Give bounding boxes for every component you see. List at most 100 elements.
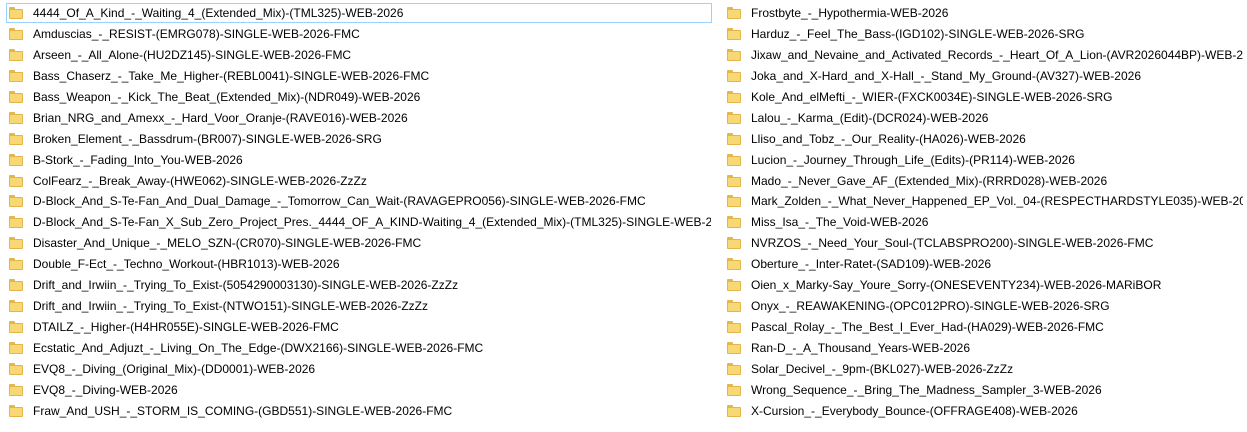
folder-name: Ran-D_-_A_Thousand_Years-WEB-2026 [751,341,971,355]
folder-item[interactable]: Disaster_And_Unique_-_MELO_SZN-(CR070)-S… [6,233,712,253]
folder-icon [727,237,741,250]
folder-name: Miss_Isa_-_The_Void-WEB-2026 [751,215,929,230]
folder-icon [9,111,23,124]
folder-item[interactable]: Amduscias_-_RESIST-(EMRG078)-SINGLE-WEB-… [6,24,712,44]
folder-icon [727,404,741,417]
folder-name: Disaster_And_Unique_-_MELO_SZN-(CR070)-S… [33,236,422,251]
folder-icon [727,48,741,61]
folder-item[interactable]: Oberture_-_Inter-Ratet-(SAD109)-WEB-2026 [724,254,1244,274]
folder-name: Oien_x_Marky-Say_Youre_Sorry-(ONESEVENTY… [751,278,1162,293]
folder-item[interactable]: Harduz_-_Feel_The_Bass-(IGD102)-SINGLE-W… [724,24,1244,44]
folder-item[interactable]: 4444_Of_A_Kind_-_Waiting_4_(Extended_Mix… [6,3,712,23]
folder-name: Lucion_-_Journey_Through_Life_(Edits)-(P… [751,152,1075,167]
folder-name: DTAILZ_-_Higher-(H4HR055E)-SINGLE-WEB-20… [33,320,339,335]
folder-item[interactable]: Ran-D_-_A_Thousand_Years-WEB-2026 [724,338,1244,358]
folder-icon [727,27,741,40]
folder-item[interactable]: D-Block_And_S-Te-Fan_And_Dual_Damage_-_T… [6,191,712,211]
folder-item[interactable]: Joka_and_X-Hard_and_X-Hall_-_Stand_My_Gr… [724,66,1244,86]
folder-item[interactable]: Fraw_And_USH_-_STORM_IS_COMING-(GBD551)-… [6,401,712,421]
folder-icon [9,237,23,250]
folder-item[interactable]: Double_F-Ect_-_Techno_Workout-(HBR1013)-… [6,254,712,274]
folder-name: Broken_Element_-_Bassdrum-(BR007)-SINGLE… [33,131,382,146]
folder-icon [9,404,23,417]
folder-item[interactable]: Lucion_-_Journey_Through_Life_(Edits)-(P… [724,150,1244,170]
folder-icon [727,69,741,82]
folder-icon [9,362,23,375]
folder-name: ColFearz_-_Break_Away-(HWE062)-SINGLE-WE… [33,173,367,188]
folder-item[interactable]: Wrong_Sequence_-_Bring_The_Madness_Sampl… [724,380,1244,400]
folder-icon [727,321,741,334]
folder-item[interactable]: Arseen_-_All_Alone-(HU2DZ145)-SINGLE-WEB… [6,45,712,65]
folder-item[interactable]: Ecstatic_And_Adjuzt_-_Living_On_The_Edge… [6,338,712,358]
folder-item[interactable]: Frostbyte_-_Hypothermia-WEB-2026 [724,3,1244,23]
folder-icon [9,300,23,313]
folder-item[interactable]: Bass_Chaserz_-_Take_Me_Higher-(REBL0041)… [6,66,712,86]
folder-item[interactable]: NVRZOS_-_Need_Your_Soul-(TCLABSPRO200)-S… [724,233,1244,253]
folder-item[interactable]: Drift_and_Irwiin_-_Trying_To_Exist-(NTWO… [6,296,712,316]
folder-icon [727,90,741,103]
folder-item[interactable]: DTAILZ_-_Higher-(H4HR055E)-SINGLE-WEB-20… [6,317,712,337]
folder-name: D-Block_And_S-Te-Fan_And_Dual_Damage_-_T… [33,194,646,209]
folder-icon [727,342,741,354]
folder-name: EVQ8_-_Diving_(Original_Mix)-(DD0001)-WE… [33,361,316,376]
folder-icon [727,258,741,271]
folder-item[interactable]: Kole_And_elMefti_-_WIER-(FXCK0034E)-SING… [724,87,1244,107]
folder-name: Solar_Decivel_-_9pm-(BKL027)-WEB-2026-Zz… [751,361,1014,376]
folder-item[interactable]: Mark_Zolden_-_What_Never_Happened_EP_Vol… [724,191,1244,211]
folder-icon [9,7,23,19]
folder-icon [9,195,23,208]
folder-icon [9,279,23,292]
folder-name: Oberture_-_Inter-Ratet-(SAD109)-WEB-2026 [751,257,992,272]
folder-item[interactable]: Jixaw_and_Nevaine_and_Activated_Records_… [724,45,1244,65]
folder-icon [727,383,741,396]
folder-icon [9,90,23,103]
folder-icon [9,342,23,354]
folder-name: Wrong_Sequence_-_Bring_The_Madness_Sampl… [751,382,1102,397]
folder-name: Kole_And_elMefti_-_WIER-(FXCK0034E)-SING… [751,89,1113,104]
folder-item[interactable]: Oien_x_Marky-Say_Youre_Sorry-(ONESEVENTY… [724,275,1244,295]
folder-icon [9,27,23,40]
folder-icon [9,321,23,334]
folder-name: D-Block_And_S-Te-Fan_X_Sub_Zero_Project_… [33,215,711,230]
folder-item[interactable]: Lliso_and_Tobz_-_Our_Reality-(HA026)-WEB… [724,129,1244,149]
folder-item[interactable]: Drift_and_Irwiin_-_Trying_To_Exist-(5054… [6,275,712,295]
folder-name: Brian_NRG_and_Amexx_-_Hard_Voor_Oranje-(… [33,110,408,125]
folder-name: Pascal_Rolay_-_The_Best_I_Ever_Had-(HA02… [751,320,1104,335]
folder-item[interactable]: D-Block_And_S-Te-Fan_X_Sub_Zero_Project_… [6,212,712,232]
file-list-column-right: Frostbyte_-_Hypothermia-WEB-2026 Harduz_-… [724,3,1244,422]
folder-name: Bass_Chaserz_-_Take_Me_Higher-(REBL0041)… [33,68,430,83]
folder-name: Jixaw_and_Nevaine_and_Activated_Records_… [751,47,1243,62]
folder-item[interactable]: Bass_Weapon_-_Kick_The_Beat_(Extended_Mi… [6,87,712,107]
folder-item[interactable]: Mado_-_Never_Gave_AF_(Extended_Mix)-(RRR… [724,171,1244,191]
folder-name: Double_F-Ect_-_Techno_Workout-(HBR1013)-… [33,257,340,272]
folder-item[interactable]: Onyx_-_REAWAKENING-(OPC012PRO)-SINGLE-WE… [724,296,1244,316]
folder-item[interactable]: B-Stork_-_Fading_Into_You-WEB-2026 [6,150,712,170]
folder-name: Mado_-_Never_Gave_AF_(Extended_Mix)-(RRR… [751,173,1108,188]
folder-icon [727,153,741,166]
folder-item[interactable]: Lalou_-_Karma_(Edit)-(DCR024)-WEB-2026 [724,108,1244,128]
folder-name: 4444_Of_A_Kind_-_Waiting_4_(Extended_Mix… [33,6,404,20]
folder-icon [9,132,23,145]
folder-item[interactable]: Solar_Decivel_-_9pm-(BKL027)-WEB-2026-Zz… [724,359,1244,379]
folder-item[interactable]: Broken_Element_-_Bassdrum-(BR007)-SINGLE… [6,129,712,149]
folder-name: EVQ8_-_Diving-WEB-2026 [33,382,178,397]
folder-icon [9,216,23,229]
folder-item[interactable]: EVQ8_-_Diving-WEB-2026 [6,380,712,400]
folder-icon [727,111,741,124]
folder-icon [9,174,23,187]
folder-name: Ecstatic_And_Adjuzt_-_Living_On_The_Edge… [33,341,484,355]
folder-item[interactable]: Brian_NRG_and_Amexx_-_Hard_Voor_Oranje-(… [6,108,712,128]
folder-item[interactable]: EVQ8_-_Diving_(Original_Mix)-(DD0001)-WE… [6,359,712,379]
folder-icon [727,174,741,187]
file-list-column-left: 4444_Of_A_Kind_-_Waiting_4_(Extended_Mix… [6,3,712,422]
folder-name: Lalou_-_Karma_(Edit)-(DCR024)-WEB-2026 [751,110,989,125]
folder-icon [727,195,741,208]
folder-name: Drift_and_Irwiin_-_Trying_To_Exist-(5054… [33,278,459,293]
folder-name: Fraw_And_USH_-_STORM_IS_COMING-(GBD551)-… [33,403,453,418]
folder-item[interactable]: Miss_Isa_-_The_Void-WEB-2026 [724,212,1244,232]
folder-item[interactable]: X-Cursion_-_Everybody_Bounce-(OFFRAGE408… [724,401,1244,421]
folder-item[interactable]: ColFearz_-_Break_Away-(HWE062)-SINGLE-WE… [6,171,712,191]
folder-name: Arseen_-_All_Alone-(HU2DZ145)-SINGLE-WEB… [33,47,352,62]
folder-item[interactable]: Pascal_Rolay_-_The_Best_I_Ever_Had-(HA02… [724,317,1244,337]
folder-icon [727,279,741,292]
